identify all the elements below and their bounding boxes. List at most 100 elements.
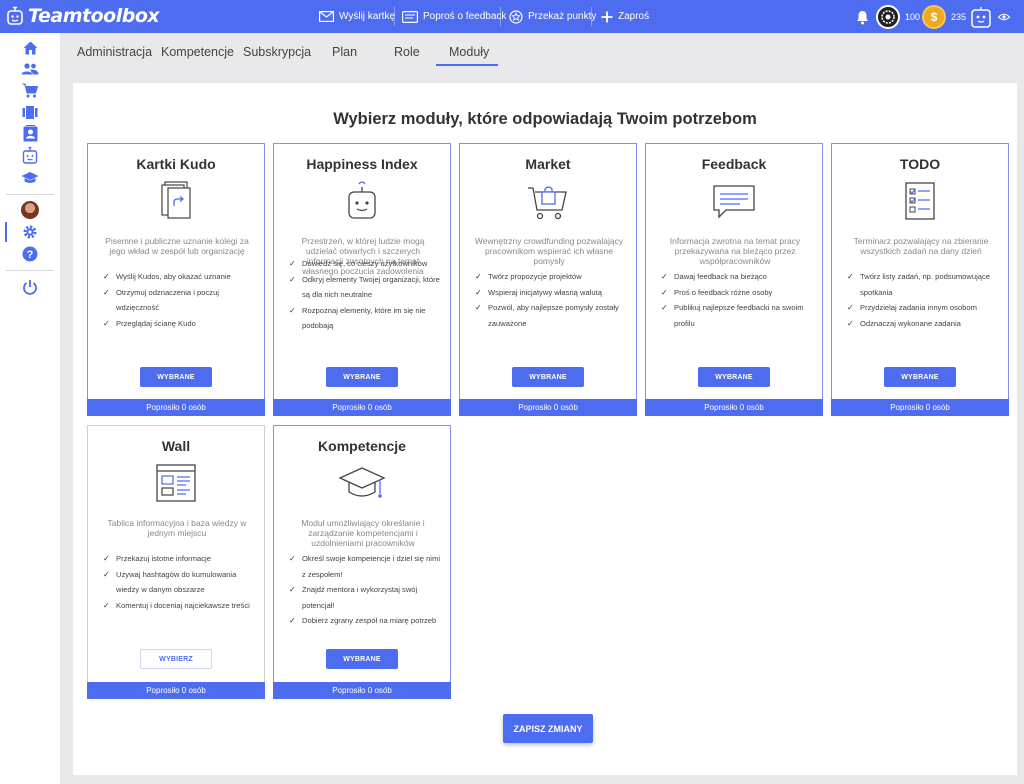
feature-item: Twórz propozycje projektów (475, 269, 629, 285)
settings-icon[interactable] (20, 223, 40, 241)
card-footer-requests: Poprosiło 0 osób (87, 682, 265, 699)
logo-text: Teamtoolbox (28, 5, 160, 27)
eye-icon (998, 13, 1010, 21)
graduation-cap-icon (338, 467, 386, 498)
feature-item: Pozwól, aby najlepsze pomysły zostały za… (475, 300, 629, 331)
invite-button[interactable]: Zaproś (601, 8, 649, 25)
module-card-feedback[interactable]: Feedback Informacja zwrotna na temat pra… (645, 143, 823, 416)
transfer-points-button[interactable]: Przekaż punkty (509, 8, 596, 25)
avatar[interactable] (20, 201, 40, 219)
coins-badge[interactable]: $ 235 (922, 4, 966, 30)
feature-item: Przeglądaj ścianę Kudo (103, 316, 257, 332)
feature-list: Twórz listy zadań, np. podsumowujące spo… (847, 269, 1001, 331)
tab-plan[interactable]: Plan (332, 45, 357, 59)
feature-list: Dawaj feedback na bieżąco Proś o feedbac… (661, 269, 815, 331)
feature-item: Określ swoje kompetencje i dziel się nim… (289, 551, 443, 582)
select-module-button[interactable]: WYBRANE (698, 367, 770, 387)
top-bar: Teamtoolbox Wyślij kartkę Poproś o feedb… (0, 0, 1024, 33)
select-module-button[interactable]: WYBRANE (140, 367, 212, 387)
tab-role[interactable]: Role (394, 45, 420, 59)
feature-item: Proś o feedback różne osoby (661, 285, 815, 301)
card-description: Terminarz pozwalający na zbieranie wszys… (853, 236, 989, 256)
card-description: Moduł umożliwiający określanie i zarządz… (301, 518, 425, 548)
sidebar: ? (0, 33, 60, 784)
select-module-button[interactable]: WYBIERZ (140, 649, 212, 669)
divider (6, 270, 54, 271)
kudo-icon[interactable] (20, 103, 40, 121)
feature-item: Znajdź mentora i wykorzystaj swój potenc… (289, 582, 443, 613)
profile-menu[interactable] (970, 4, 1010, 30)
modules-panel: Wybierz moduły, które odpowiadają Twoim … (73, 83, 1017, 775)
help-icon[interactable]: ? (20, 245, 40, 263)
bell-icon (857, 10, 868, 24)
select-module-button[interactable]: WYBRANE (884, 367, 956, 387)
feature-item: Dowiedz się, co cieszy użytkowników (289, 256, 443, 272)
feature-item: Dobierz zgrany zespół na miarę potrzeb (289, 613, 443, 629)
divider (394, 7, 395, 26)
divider (591, 7, 592, 26)
notifications-button[interactable] (856, 4, 869, 30)
card-description: Pisemne i publiczne uznanie kolegi za je… (105, 236, 249, 256)
graduation-icon[interactable] (20, 169, 40, 187)
power-icon[interactable] (20, 278, 40, 296)
select-module-button[interactable]: WYBRANE (326, 367, 398, 387)
happiness-robot-icon (348, 181, 376, 219)
points-icon (509, 9, 523, 24)
module-card-wall[interactable]: Wall Tablica informacyjna i baza wiedzy … (87, 425, 265, 699)
card-title: Market (525, 156, 571, 172)
card-description: Tablica informacyjna i baza wiedzy w jed… (107, 518, 247, 538)
points-coin-icon (876, 5, 900, 29)
feature-item: Wspieraj inicjatywy własną walutą (475, 285, 629, 301)
card-footer-requests: Poprosiło 0 osób (645, 399, 823, 416)
feature-item: Twórz listy zadań, np. podsumowujące spo… (847, 269, 1001, 300)
select-module-button[interactable]: WYBRANE (512, 367, 584, 387)
send-card-button[interactable]: Wyślij kartkę (319, 8, 395, 25)
cart-icon[interactable] (20, 81, 40, 99)
divider (6, 194, 54, 195)
kudo-cards-icon (161, 181, 191, 219)
feature-item: Rozpoznaj elementy, które im się nie pod… (289, 303, 443, 334)
card-title: Wall (161, 438, 191, 454)
points-badge[interactable]: 100 (876, 4, 920, 30)
tab-kompetencje[interactable]: Kompetencje (161, 45, 234, 59)
tab-administracja[interactable]: Administracja (77, 45, 152, 59)
feature-item: Używaj hashtagów do kumulowania wiedzy w… (103, 567, 257, 598)
module-card-todo[interactable]: TODO Terminarz pozwalający na zbieranie … (831, 143, 1009, 416)
module-card-kartki-kudo[interactable]: Kartki Kudo Pisemne i publiczne uznanie … (87, 143, 265, 416)
save-changes-button[interactable]: ZAPISZ ZMIANY (503, 714, 593, 743)
people-icon[interactable] (20, 60, 40, 78)
feedback-icon (402, 10, 418, 23)
coin-icon: $ (922, 5, 946, 29)
envelope-icon (319, 11, 334, 22)
feature-item: Komentuj i doceniaj najciekawsze treści (103, 598, 257, 614)
tab-subskrypcja[interactable]: Subskrypcja (243, 45, 311, 59)
feature-item: Przydzielaj zadania innym osobom (847, 300, 1001, 316)
active-indicator (5, 222, 7, 242)
transfer-points-label: Przekaż punkty (528, 11, 597, 22)
happiness-icon[interactable] (20, 146, 40, 164)
feedback-bubble-icon (713, 185, 755, 219)
tab-moduly[interactable]: Moduły (449, 45, 489, 59)
card-title: Feedback (701, 156, 767, 172)
todo-checklist-icon (905, 182, 935, 220)
card-title: TODO (899, 156, 941, 172)
card-title: Happiness Index (306, 156, 418, 172)
wall-board-icon (156, 464, 196, 502)
card-footer-requests: Poprosiło 0 osób (273, 682, 451, 699)
card-title: Kartki Kudo (136, 156, 216, 172)
module-card-market[interactable]: Market Wewnętrzny crowdfunding pozwalają… (459, 143, 637, 416)
card-title: Kompetencje (318, 438, 406, 454)
request-feedback-label: Poproś o feedback (423, 11, 507, 22)
module-card-happiness-index[interactable]: Happiness Index Przestrzeń, w której lud… (273, 143, 451, 416)
select-module-button[interactable]: WYBRANE (326, 649, 398, 669)
request-feedback-button[interactable]: Poproś o feedback (402, 8, 506, 25)
home-icon[interactable] (20, 39, 40, 57)
contact-card-icon[interactable] (20, 124, 40, 142)
logo[interactable]: Teamtoolbox (6, 5, 160, 27)
module-card-kompetencje[interactable]: Kompetencje Moduł umożliwiający określan… (273, 425, 451, 699)
feature-item: Odznaczaj wykonane zadania (847, 316, 1001, 332)
robot-avatar-icon (971, 7, 991, 28)
card-description: Informacja zwrotna na temat pracy przeka… (669, 236, 801, 266)
feature-list: Wyślij Kudos, aby okazać uznanie Otrzymu… (103, 269, 257, 331)
active-tab-underline (436, 64, 498, 66)
